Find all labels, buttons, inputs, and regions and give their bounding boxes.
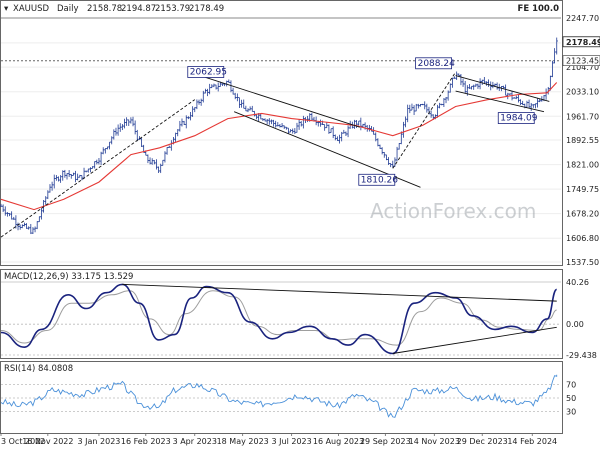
x-tick-label: 29 Dec 2023 xyxy=(457,437,508,446)
annotation-label: 1810.26 xyxy=(361,175,398,185)
x-tick-label: 3 Apr 2023 xyxy=(173,437,217,446)
macd-label: MACD(12,26,9) 33.175 13.529 xyxy=(4,272,133,282)
rsi-tick-label: 50 xyxy=(566,394,576,403)
x-tick-label: 16 Feb 2023 xyxy=(121,437,171,446)
price-tick-label: 1749.75 xyxy=(566,185,599,194)
price-chart: 2062.951810.262088.241984.09 2247.702175… xyxy=(0,0,600,446)
macd-tick-label: 40.26 xyxy=(566,278,589,287)
price-tick-label: 1821.00 xyxy=(566,161,599,170)
macd-tick-label: -29.438 xyxy=(566,351,597,360)
annotation-label: 1984.09 xyxy=(500,114,537,124)
current-price-value: 2178.49 xyxy=(566,38,600,47)
macd-tick-label: 0.00 xyxy=(566,320,584,329)
annotation-label: 2088.24 xyxy=(418,59,455,69)
macd-panel xyxy=(0,269,563,359)
ohlc-open: 2158.78 xyxy=(87,4,122,14)
timeframe-label: Daily xyxy=(57,4,79,14)
x-tick-label: 16 Nov 2022 xyxy=(22,437,73,446)
watermark: ActionForex.com xyxy=(370,199,536,223)
collapse-arrow-icon[interactable]: ▾ xyxy=(4,4,9,14)
price-tick-label: 1961.70 xyxy=(566,112,599,121)
x-tick-label: 14 Feb 2024 xyxy=(507,437,557,446)
chart-root: 2062.951810.262088.241984.09 2247.702175… xyxy=(0,0,600,450)
price-tick-label: 1606.80 xyxy=(566,234,599,243)
x-tick-label: 3 Jul 2023 xyxy=(272,437,312,446)
symbol-label: XAUUSD xyxy=(13,4,49,14)
price-tick-label: 1537.50 xyxy=(566,258,599,267)
price-tick-label: 1892.55 xyxy=(566,136,599,145)
rsi-label: RSI(14) 84.0808 xyxy=(4,364,73,374)
ohlc-high: 2194.87 xyxy=(121,4,156,14)
rsi-panel xyxy=(0,361,563,434)
x-tick-label: 14 Nov 2023 xyxy=(409,437,460,446)
price-tick-label: 1678.20 xyxy=(566,210,599,219)
ohlc-close: 2178.49 xyxy=(189,4,224,14)
x-tick-label: 29 Sep 2023 xyxy=(360,437,411,446)
price-panel xyxy=(0,0,563,266)
x-tick-label: 16 Aug 2023 xyxy=(313,437,364,446)
x-tick-label: 18 May 2023 xyxy=(217,437,269,446)
rsi-tick-label: 70 xyxy=(566,380,576,389)
fe-label: FE 100.0 xyxy=(518,4,560,14)
price-tick-label: 2247.70 xyxy=(566,14,599,23)
annotation-label: 2062.95 xyxy=(190,67,227,77)
ohlc-low: 2153.79 xyxy=(155,4,190,14)
price-tick-label: 2033.10 xyxy=(566,88,599,97)
x-tick-label: 3 Jan 2023 xyxy=(78,437,121,446)
level-line-value: 2123.45 xyxy=(566,57,599,66)
rsi-tick-label: 30 xyxy=(566,408,576,417)
